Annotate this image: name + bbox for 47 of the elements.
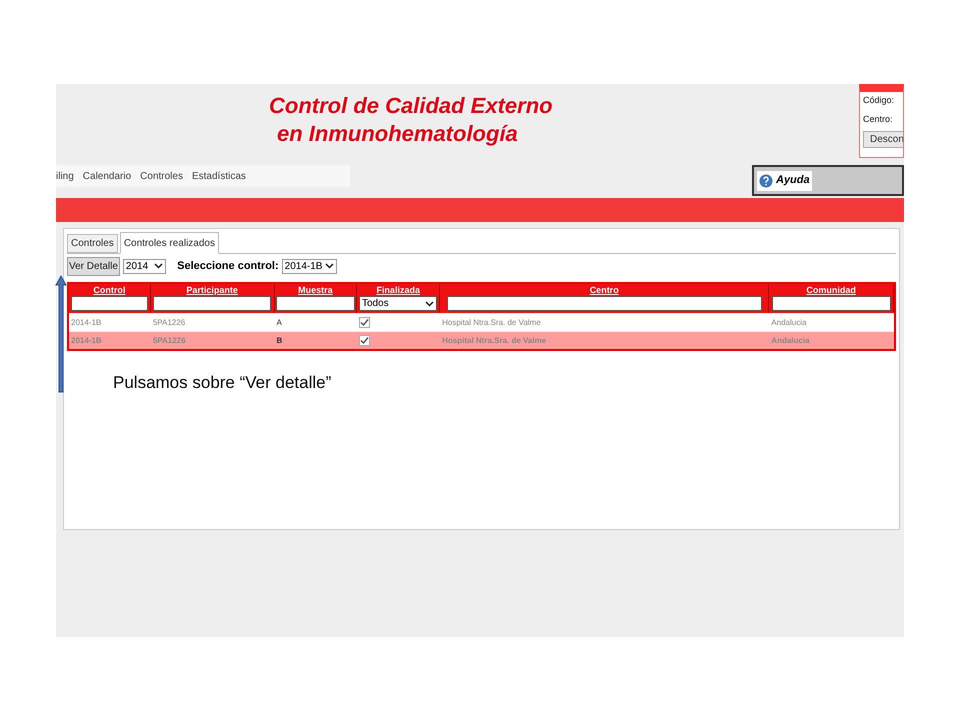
control-select[interactable]: 2014-1B (282, 258, 338, 274)
year-select[interactable]: 2014 (122, 258, 166, 274)
annotation-text: Pulsamos sobre “Ver detalle” (113, 372, 332, 394)
column-header[interactable]: Finalizada (376, 284, 420, 296)
table-cell: B (276, 334, 282, 346)
table-cell: Andalucia (771, 334, 810, 346)
table-row[interactable]: 2014-1B 5PA1226 B Hospital Ntra.Sra. de Valme Andalucia (69, 331, 894, 349)
view-detail-button[interactable]: Ver Detalle (67, 256, 120, 276)
site-title: en Inmunohematología (276, 120, 519, 148)
tab[interactable]: Controles realizados (120, 232, 219, 254)
column-header[interactable]: Centro (590, 284, 619, 296)
filter-field[interactable] (70, 296, 148, 311)
field-label: Código: (863, 94, 896, 107)
nav-link[interactable]: Estadísticas (192, 168, 246, 184)
nav-link[interactable]: iling (56, 168, 74, 184)
checkbox[interactable] (359, 335, 370, 346)
field-label: Centro: (863, 112, 894, 126)
column-header[interactable]: Muestra (298, 284, 333, 296)
column-header[interactable]: Control (93, 284, 126, 296)
filter-field[interactable] (153, 296, 272, 311)
checkbox[interactable] (359, 317, 370, 328)
tab[interactable]: Controles (67, 234, 118, 253)
disconnect-button[interactable]: Descon (863, 131, 903, 148)
filter-select[interactable]: Todos (358, 296, 438, 311)
table-cell: 5PA1226 (152, 316, 186, 328)
column-header[interactable]: Comunidad (806, 284, 856, 296)
nav-link[interactable]: Controles (140, 168, 183, 184)
site-title: Control de Calidad Externo (269, 92, 554, 120)
table-cell: Hospital Ntra.Sra. de Valme (442, 334, 546, 346)
nav-link[interactable]: Calendario (82, 168, 132, 184)
table-cell: Andalucia (771, 316, 806, 328)
table-cell: 2014-1B (71, 334, 102, 346)
dropdown-caret-icon (154, 263, 164, 269)
table-cell: A (276, 316, 282, 328)
filter-field[interactable] (772, 296, 891, 311)
filter-field[interactable] (446, 296, 762, 311)
help-icon (759, 174, 773, 188)
table-cell: 5PA1226 (152, 334, 186, 346)
column-header[interactable]: Participante (186, 284, 238, 296)
dropdown-caret-icon (325, 263, 334, 269)
select-control-label: Seleccione control: (177, 258, 279, 274)
table-cell: Hospital Ntra.Sra. de Valme (442, 316, 541, 328)
filter-field[interactable] (276, 296, 355, 311)
dropdown-caret-icon (425, 300, 434, 306)
help-button[interactable]: Ayuda (757, 170, 812, 190)
table-row[interactable]: 2014-1B 5PA1226 A Hospital Ntra.Sra. de Valme Andalucia (69, 313, 894, 331)
table-cell: 2014-1B (71, 316, 102, 328)
